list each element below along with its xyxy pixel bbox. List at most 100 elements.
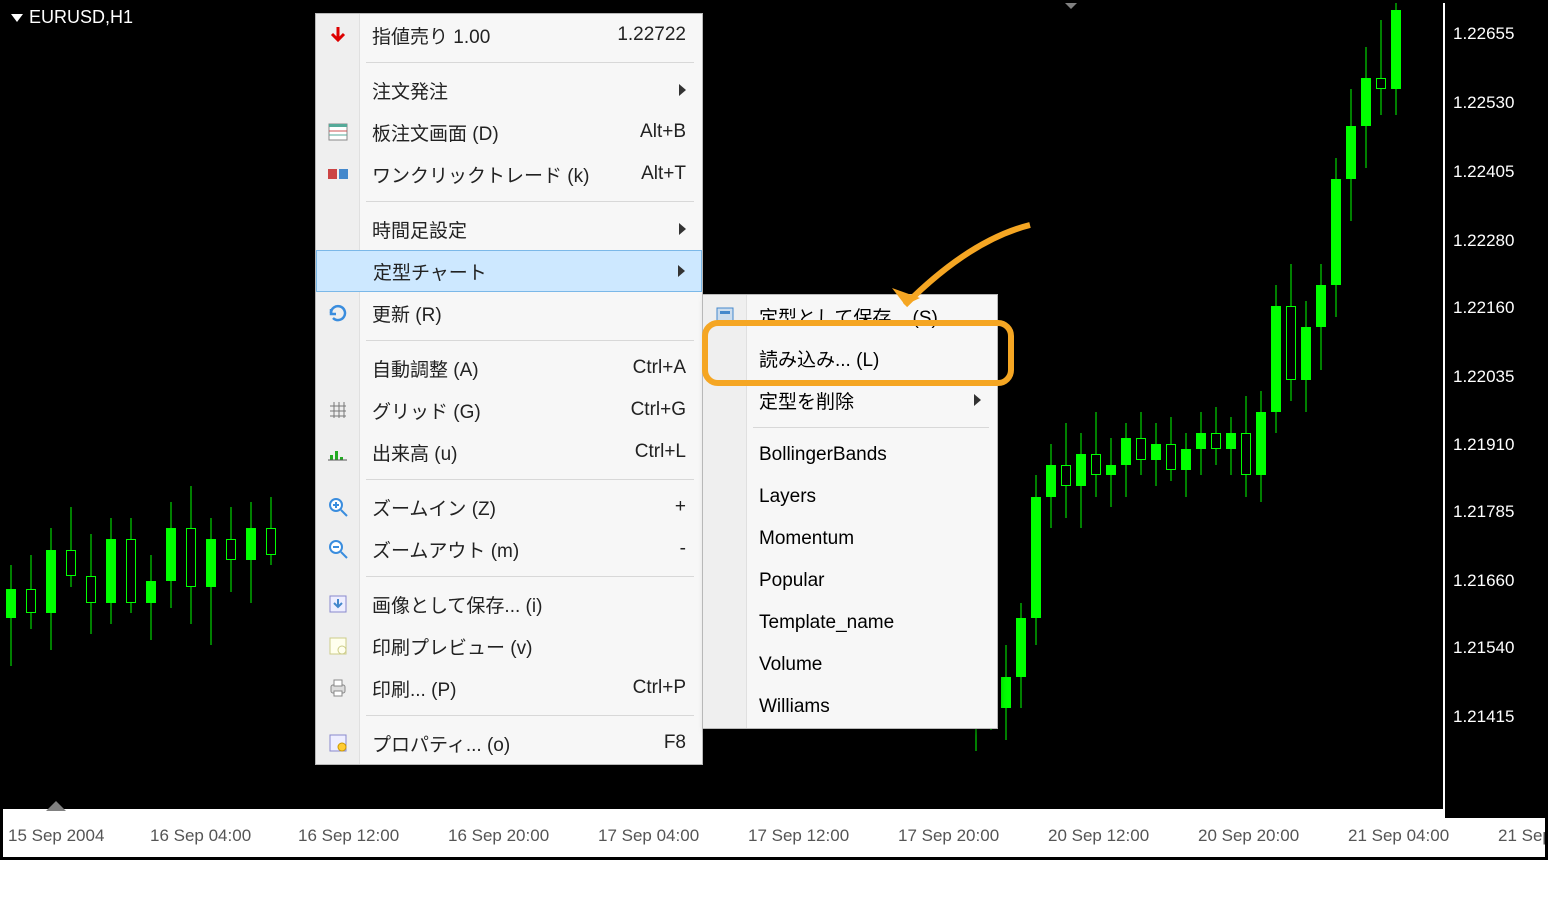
menu-item[interactable]: ワンクリックトレード (k)Alt+T: [316, 153, 702, 195]
one-click-icon: [326, 162, 350, 186]
menu-item-label: 更新 (R): [372, 300, 686, 327]
submenu-item[interactable]: BollingerBands: [703, 434, 997, 476]
candle: [1316, 0, 1326, 809]
menu-separator: [366, 201, 694, 202]
candle: [1196, 0, 1206, 809]
time-tick: 16 Sep 12:00: [298, 826, 399, 846]
submenu-item-label: Volume: [759, 654, 981, 676]
menu-separator: [753, 427, 989, 428]
volume-icon: [326, 440, 350, 464]
candle: [1391, 0, 1401, 809]
menu-item-label: 注文発注: [372, 77, 649, 104]
submenu-item-label: Template_name: [759, 612, 981, 634]
time-tick: 17 Sep 04:00: [598, 826, 699, 846]
price-tick: 1.22280: [1453, 231, 1514, 251]
price-tick: 1.21785: [1453, 502, 1514, 522]
candle: [46, 0, 56, 809]
menu-item[interactable]: ズームアウト (m)-: [316, 528, 702, 570]
candle: [266, 0, 276, 809]
candle: [186, 0, 196, 809]
submenu-item[interactable]: Layers: [703, 476, 997, 518]
menu-item-label: ズームイン (Z): [372, 494, 645, 521]
submenu-item[interactable]: Popular: [703, 560, 997, 602]
candle: [166, 0, 176, 809]
time-tick: 16 Sep 20:00: [448, 826, 549, 846]
print-preview-icon: [326, 634, 350, 658]
menu-item[interactable]: 定型チャート: [316, 250, 702, 292]
time-tick: 21 Sep 04:00: [1348, 826, 1449, 846]
properties-icon: [326, 731, 350, 755]
candle: [1376, 0, 1386, 809]
candle: [1286, 0, 1296, 809]
dom-window-icon: [326, 120, 350, 144]
submenu-item-label: 読み込み... (L): [759, 345, 981, 372]
refresh-icon: [326, 301, 350, 325]
candle: [1331, 0, 1341, 809]
menu-item[interactable]: 注文発注: [316, 69, 702, 111]
submenu-item[interactable]: 定型を削除: [703, 379, 997, 421]
candle: [1001, 0, 1011, 809]
menu-item[interactable]: 時間足設定: [316, 208, 702, 250]
price-tick: 1.21910: [1453, 435, 1514, 455]
menu-item[interactable]: 画像として保存... (i): [316, 583, 702, 625]
submenu-arrow-icon: [679, 84, 686, 96]
price-tick: 1.22035: [1453, 367, 1514, 387]
candle: [1106, 0, 1116, 809]
price-tick: 1.22655: [1453, 24, 1514, 44]
submenu-item[interactable]: Momentum: [703, 518, 997, 560]
submenu-item-label: Popular: [759, 570, 981, 592]
context-menu[interactable]: 指値売り 1.001.22722 注文発注板注文画面 (D)Alt+Bワンクリック…: [315, 13, 703, 765]
zoom-in-icon: [326, 495, 350, 519]
candle: [1061, 0, 1071, 809]
save-image-icon: [326, 592, 350, 616]
menu-item-label: 自動調整 (A): [372, 355, 603, 382]
menu-item[interactable]: ズームイン (Z)+: [316, 486, 702, 528]
submenu-item[interactable]: 読み込み... (L): [703, 337, 997, 379]
submenu-item-label: 定型として保存... (S): [759, 303, 981, 330]
menu-item-shortcut: 1.22722: [617, 24, 686, 46]
submenu-item[interactable]: Williams: [703, 686, 997, 728]
menu-item[interactable]: 板注文画面 (D)Alt+B: [316, 111, 702, 153]
menu-item-shortcut: F8: [664, 732, 686, 754]
submenu-item-label: BollingerBands: [759, 444, 981, 466]
grid-icon: [326, 398, 350, 422]
candle: [1181, 0, 1191, 809]
candle: [1016, 0, 1026, 809]
time-tick: 16 Sep 04:00: [150, 826, 251, 846]
templates-submenu[interactable]: 定型として保存... (S) 読み込み... (L) 定型を削除 BollingerB…: [702, 294, 998, 729]
menu-item-label: ズームアウト (m): [372, 536, 650, 563]
zoom-out-icon: [326, 537, 350, 561]
menu-item[interactable]: 印刷プレビュー (v): [316, 625, 702, 667]
candle: [1076, 0, 1086, 809]
submenu-arrow-icon: [679, 223, 686, 235]
price-tick: 1.21540: [1453, 638, 1514, 658]
time-tick: 17 Sep 12:00: [748, 826, 849, 846]
submenu-item[interactable]: Volume: [703, 644, 997, 686]
candle: [1151, 0, 1161, 809]
menu-item-label: プロパティ... (o): [372, 730, 634, 757]
menu-item[interactable]: グリッド (G)Ctrl+G: [316, 389, 702, 431]
submenu-item-label: Layers: [759, 486, 981, 508]
menu-item[interactable]: 指値売り 1.001.22722: [316, 14, 702, 56]
menu-item[interactable]: プロパティ... (o) F8: [316, 722, 702, 764]
save-template-icon: [713, 304, 737, 328]
menu-item[interactable]: 出来高 (u)Ctrl+L: [316, 431, 702, 473]
submenu-item[interactable]: Template_name: [703, 602, 997, 644]
menu-item[interactable]: 印刷... (P) Ctrl+P: [316, 667, 702, 709]
candle: [1301, 0, 1311, 809]
menu-item[interactable]: 自動調整 (A)Ctrl+A: [316, 347, 702, 389]
submenu-item[interactable]: 定型として保存... (S): [703, 295, 997, 337]
menu-item[interactable]: 更新 (R): [316, 292, 702, 334]
menu-separator: [366, 62, 694, 63]
menu-item-label: 印刷... (P): [372, 675, 603, 702]
candle: [1346, 0, 1356, 809]
menu-item-shortcut: Ctrl+P: [633, 677, 686, 699]
candle: [1241, 0, 1251, 809]
time-tick: 17 Sep 20:00: [898, 826, 999, 846]
candle: [146, 0, 156, 809]
candle: [1256, 0, 1266, 809]
print-icon: [326, 676, 350, 700]
candle: [1091, 0, 1101, 809]
menu-item-label: 定型チャート: [373, 258, 648, 285]
submenu-item-label: 定型を削除: [759, 387, 944, 414]
